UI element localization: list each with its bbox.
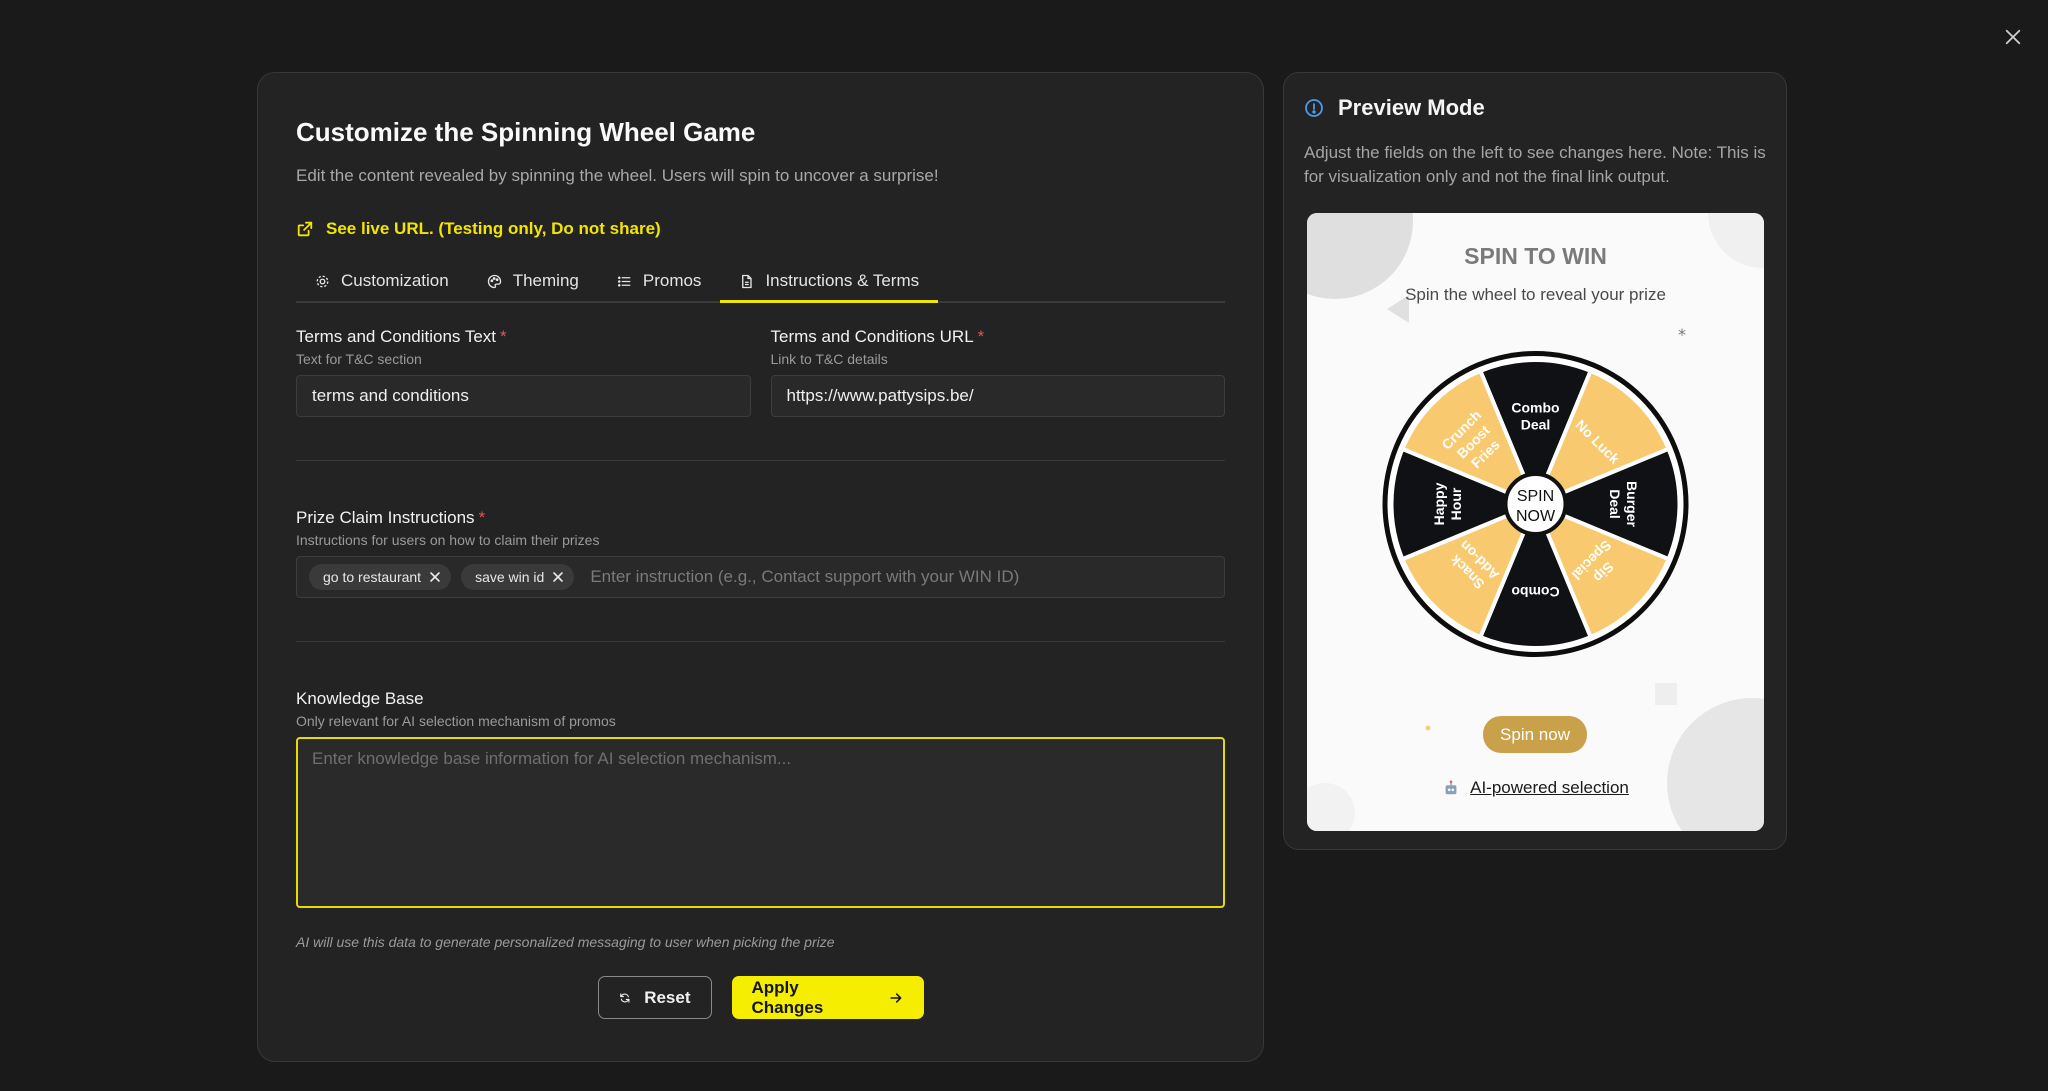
gear-icon bbox=[316, 275, 329, 287]
field-hint: Link to T&C details bbox=[770, 351, 888, 367]
page-subtitle: Edit the content revealed by spinning th… bbox=[296, 166, 939, 185]
apply-changes-button[interactable]: Apply Changes bbox=[731, 976, 924, 1019]
field-label: Knowledge Base bbox=[296, 689, 424, 708]
close-button[interactable] bbox=[1998, 22, 2028, 52]
ai-selection-row: AI-powered selection bbox=[1307, 778, 1764, 798]
tab-instructions-terms[interactable]: Instructions & Terms bbox=[720, 261, 938, 303]
decor-square bbox=[1655, 683, 1677, 705]
remove-chip-icon[interactable] bbox=[429, 571, 441, 583]
remove-chip-icon[interactable] bbox=[552, 571, 564, 583]
knowledge-base-textarea[interactable]: Enter knowledge base information for AI … bbox=[296, 737, 1225, 908]
live-url-label: See live URL. (Testing only, Do not shar… bbox=[326, 219, 661, 238]
close-icon bbox=[2005, 29, 2021, 45]
tab-label: Theming bbox=[512, 271, 579, 290]
external-link-icon bbox=[297, 221, 313, 237]
document-icon bbox=[742, 274, 753, 288]
editor-panel: Customize the Spinning Wheel Game Edit t… bbox=[257, 72, 1264, 1062]
divider bbox=[296, 641, 1225, 642]
tab-label: Instructions & Terms bbox=[765, 271, 920, 290]
decor-circle bbox=[1667, 698, 1764, 831]
game-preview-card: * Combo Deal No Luck BurgerDeal SipSpecial Co… bbox=[1307, 213, 1764, 831]
wheel-segment-label: Combo bbox=[1511, 584, 1559, 600]
preview-title: Preview Mode bbox=[1338, 95, 1485, 120]
instruction-placeholder[interactable]: Enter instruction (e.g., Contact support… bbox=[590, 567, 1019, 587]
arrow-right-icon bbox=[890, 992, 902, 1003]
preview-description: Adjust the fields on the left to see cha… bbox=[1304, 143, 1766, 186]
game-title: SPIN TO WIN bbox=[1464, 243, 1607, 269]
tab-bar: Customization Theming Promos Instruction… bbox=[296, 261, 1225, 303]
wheel-segment-label: HappyHour bbox=[1431, 482, 1464, 525]
divider bbox=[296, 460, 1225, 461]
spin-center-label: SPIN bbox=[1517, 488, 1554, 505]
claim-instructions-input[interactable]: go to restaurant save win id Enter instr… bbox=[296, 556, 1225, 598]
instruction-chip: go to restaurant bbox=[309, 564, 452, 590]
tc-url-input[interactable]: https://www.pattysips.be/ bbox=[770, 375, 1225, 417]
spin-center-label: NOW bbox=[1516, 508, 1556, 525]
field-label: Terms and Conditions URL * bbox=[770, 327, 985, 346]
tc-url-field: Terms and Conditions URL * Link to T&C de… bbox=[770, 327, 1225, 417]
action-bar: Reset Apply Changes bbox=[296, 976, 1225, 1019]
field-label: Prize Claim Instructions * bbox=[296, 508, 486, 527]
knowledge-base-field: Knowledge Base Only relevant for AI sele… bbox=[296, 689, 1225, 908]
info-icon bbox=[1305, 99, 1323, 117]
field-hint: Instructions for users on how to claim t… bbox=[296, 532, 600, 548]
ai-selection-link[interactable]: AI-powered selection bbox=[1470, 778, 1629, 798]
spin-now-button[interactable]: Spin now bbox=[1483, 716, 1587, 753]
tab-customization[interactable]: Customization bbox=[296, 261, 468, 301]
reset-button[interactable]: Reset bbox=[597, 976, 712, 1019]
decor-dot bbox=[1425, 725, 1431, 731]
page-title: Customize the Spinning Wheel Game bbox=[296, 117, 756, 147]
list-icon bbox=[617, 275, 631, 287]
robot-icon bbox=[1445, 780, 1457, 795]
decor-star: * bbox=[1678, 325, 1686, 344]
tab-theming[interactable]: Theming bbox=[468, 261, 598, 301]
instruction-chip: save win id bbox=[461, 564, 575, 590]
preview-panel: Preview Mode Adjust the fields on the le… bbox=[1283, 72, 1787, 850]
prize-wheel: Combo Deal No LuckBurgerDealSipSpecialComb… bbox=[1382, 351, 1689, 657]
ai-note: AI will use this data to generate person… bbox=[296, 934, 835, 950]
game-subtitle: Spin the wheel to reveal your prize bbox=[1405, 285, 1666, 304]
field-label: Terms and Conditions Text * bbox=[296, 327, 507, 346]
palette-icon bbox=[487, 274, 501, 288]
field-hint: Only relevant for AI selection mechanism… bbox=[296, 713, 616, 729]
tab-label: Customization bbox=[341, 271, 449, 290]
field-hint: Text for T&C section bbox=[296, 351, 422, 367]
tab-label: Promos bbox=[642, 271, 702, 290]
tab-promos[interactable]: Promos bbox=[598, 261, 721, 301]
refresh-icon bbox=[619, 992, 629, 1003]
live-url-link[interactable]: See live URL. (Testing only, Do not shar… bbox=[296, 219, 1225, 239]
tc-text-field: Terms and Conditions Text * Text for T&C … bbox=[296, 327, 751, 417]
claim-field: Prize Claim Instructions * Instructions f… bbox=[296, 508, 1225, 598]
tc-text-input[interactable]: terms and conditions bbox=[296, 375, 751, 417]
